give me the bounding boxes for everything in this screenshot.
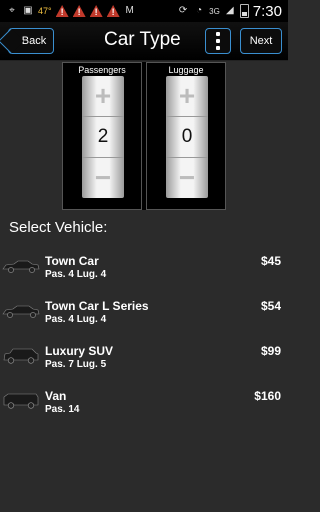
warning-icon: ! xyxy=(106,5,120,17)
counters-panel: Passengers + 2 − Luggage + 0 − xyxy=(62,62,226,210)
warning-icon: ! xyxy=(89,5,103,17)
vehicle-capacity: Pas. 4 Lug. 4 xyxy=(45,269,107,280)
sync-icon: ⟳ xyxy=(178,5,188,16)
vehicle-name: Luxury SUV xyxy=(45,344,114,358)
warning-icon: ! xyxy=(55,5,69,17)
vehicle-price: $160 xyxy=(254,389,281,403)
passengers-stepper: + 2 − xyxy=(82,76,124,198)
page-title: Car Type xyxy=(104,29,181,50)
gmail-icon: M xyxy=(125,5,134,16)
vehicle-capacity: Pas. 7 Lug. 5 xyxy=(45,359,107,370)
vehicle-row-van[interactable]: Van Pas. 14 $160 xyxy=(0,382,288,427)
clock-text: 7:30 xyxy=(252,2,282,20)
back-button[interactable]: Back xyxy=(8,28,54,54)
title-bar: Back Car Type Next xyxy=(0,22,288,61)
menu-button[interactable] xyxy=(205,28,231,54)
select-vehicle-heading: Select Vehicle: xyxy=(9,219,108,236)
van-icon xyxy=(3,393,39,409)
vehicle-row-town-car[interactable]: Town Car Pas. 4 Lug. 4 $45 xyxy=(0,247,288,292)
passengers-plus-button[interactable]: + xyxy=(82,76,124,117)
menu-dot-icon xyxy=(216,32,220,36)
warning-icon: ! xyxy=(72,5,86,17)
sedan-icon xyxy=(2,305,40,318)
vehicle-row-town-car-l-series[interactable]: Town Car L Series Pas. 4 Lug. 4 $54 xyxy=(0,292,288,337)
status-bar: ⌖ ▣ 47° ! ! ! ! M ⟳ ◔ 3G ◢ 7:30 xyxy=(0,0,288,22)
passengers-value: 2 xyxy=(97,126,109,147)
vehicle-price: $54 xyxy=(260,299,281,313)
luggage-minus-button[interactable]: − xyxy=(166,157,208,198)
next-button[interactable]: Next xyxy=(240,28,282,54)
passengers-minus-button[interactable]: − xyxy=(82,157,124,198)
vehicle-list: Town Car Pas. 4 Lug. 4 $45 Town Car L Se… xyxy=(0,247,288,427)
suv-icon xyxy=(3,348,39,364)
vehicle-capacity: Pas. 4 Lug. 4 xyxy=(45,314,107,325)
vehicle-name: Van xyxy=(45,389,67,403)
vehicle-price: $45 xyxy=(260,254,281,268)
luggage-label: Luggage xyxy=(168,65,204,75)
vehicle-name: Town Car xyxy=(45,254,99,268)
wifi-icon: ◔ xyxy=(196,5,203,16)
vehicle-row-luxury-suv[interactable]: Luxury SUV Pas. 7 Lug. 5 $99 xyxy=(0,337,288,382)
temperature-text: 47° xyxy=(38,6,52,16)
luggage-value: 0 xyxy=(181,126,193,147)
luggage-plus-button[interactable]: + xyxy=(166,76,208,117)
sedan-icon xyxy=(2,260,40,273)
vehicle-capacity: Pas. 14 xyxy=(45,404,80,415)
signal-icon: ◢ xyxy=(225,5,234,16)
location-icon: ⌖ xyxy=(9,5,15,16)
luggage-stepper: + 0 − xyxy=(166,76,208,198)
vehicle-name: Town Car L Series xyxy=(45,299,149,313)
menu-dot-icon xyxy=(216,39,220,43)
image-icon: ▣ xyxy=(23,5,33,16)
network-type-text: 3G xyxy=(209,6,220,16)
passengers-label: Passengers xyxy=(78,65,126,75)
battery-icon xyxy=(239,4,249,18)
luggage-counter: Luggage + 0 − xyxy=(146,62,226,210)
menu-dot-icon xyxy=(216,46,220,50)
vehicle-price: $99 xyxy=(260,344,281,358)
passengers-counter: Passengers + 2 − xyxy=(62,62,142,210)
